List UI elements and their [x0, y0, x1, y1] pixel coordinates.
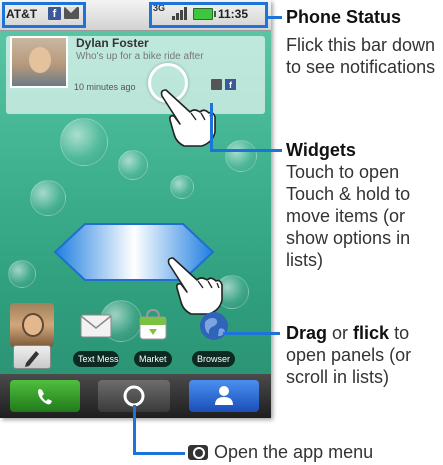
- callout-line-drag: [223, 332, 280, 335]
- annotation-keyword-drag: Drag: [286, 323, 328, 343]
- wallpaper-droplet: [8, 260, 36, 288]
- market-app[interactable]: [136, 307, 170, 343]
- callout-line-phone-status: [268, 16, 282, 19]
- status-message: Who's up for a bike ride after: [76, 51, 204, 62]
- annotation-title: Phone Status: [286, 7, 402, 27]
- callout-line-widgets-h: [210, 149, 282, 152]
- annotation-body: Flick this bar down to see notifications: [286, 35, 436, 77]
- facebook-icon: f: [225, 79, 236, 90]
- message-envelope-icon: [80, 314, 112, 338]
- status-timestamp: 10 minutes ago: [74, 82, 136, 92]
- contact-name: Dylan Foster: [76, 36, 149, 50]
- social-status-widget[interactable]: Dylan Foster Who's up for a bike ride af…: [6, 36, 265, 114]
- contacts-icon: [215, 386, 233, 405]
- home-shortcuts: Text Messa Market Browser: [0, 303, 271, 371]
- annotation-keyword-flick: flick: [353, 323, 390, 343]
- highlight-carrier-area: [2, 2, 86, 28]
- annotation-body: Touch to open Touch & hold to move items…: [286, 162, 411, 270]
- annotation-widgets: Widgets Touch to open Touch & hold to mo…: [286, 139, 442, 271]
- camera-key-icon: [188, 445, 208, 460]
- callout-line-appmenu-v: [133, 405, 136, 455]
- phone-screen: AT&T f 3G 11:35 Dylan Foster Who's up fo…: [0, 0, 271, 418]
- annotation-title: Widgets: [286, 140, 356, 160]
- browser-globe-icon: [200, 312, 228, 340]
- callout-line-widgets-v: [210, 103, 213, 151]
- wallpaper-droplet: [60, 118, 108, 166]
- wallpaper-droplet: [30, 180, 66, 216]
- app-label-text-messaging: Text Messa: [73, 351, 119, 367]
- highlight-status-icons: [149, 2, 268, 28]
- annotation-phone-status: Phone Status Flick this bar down to see …: [286, 6, 440, 78]
- app-label-browser: Browser: [192, 351, 236, 367]
- browser-app[interactable]: [197, 307, 231, 343]
- phone-button[interactable]: [10, 380, 80, 412]
- contacts-button[interactable]: [189, 380, 259, 412]
- annotation-drag-flick: Drag or flick to open panels (or scroll …: [286, 322, 442, 388]
- edit-pencil-button[interactable]: [13, 345, 51, 369]
- annotation-body: Open the app menu: [214, 442, 374, 462]
- pencil-icon: [25, 351, 39, 367]
- market-bag-icon: [139, 308, 167, 340]
- wallpaper-droplet: [170, 175, 194, 199]
- phone-icon: [38, 389, 52, 405]
- app-label-market: Market: [134, 351, 172, 367]
- annotation-app-menu: Open the app menu: [188, 441, 443, 463]
- text-messaging-app[interactable]: [79, 307, 113, 343]
- contact-photo-shortcut[interactable]: [10, 303, 54, 347]
- callout-line-appmenu-h: [133, 452, 185, 455]
- pointing-hand-icon: [160, 89, 216, 147]
- wallpaper-droplet: [118, 150, 148, 180]
- annotation-or: or: [327, 323, 354, 343]
- wallpaper-droplet: [225, 140, 257, 172]
- contact-avatar[interactable]: [10, 36, 68, 88]
